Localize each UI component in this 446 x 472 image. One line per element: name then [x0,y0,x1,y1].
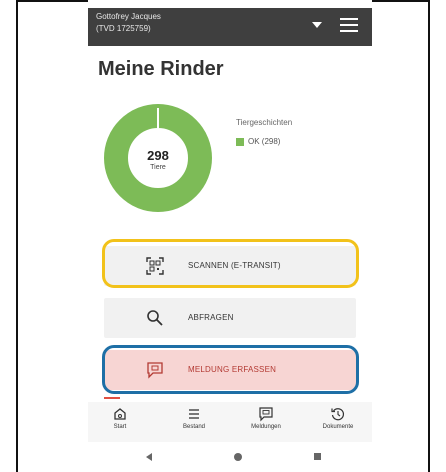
nav-dokumente[interactable]: Dokumente [310,406,366,438]
nav-bestand[interactable]: Bestand [166,406,222,438]
back-triangle-icon[interactable] [146,453,152,461]
report-icon [259,407,273,422]
user-id: (TVD 1725759) [96,24,151,33]
home-icon [114,408,126,420]
legend-label-ok: OK (298) [248,137,281,146]
recent-apps-icon[interactable] [314,453,321,460]
page-title: Meine Rinder [98,58,224,80]
animal-count-label: Tiere [150,164,166,171]
active-tab-indicator [104,397,120,399]
legend-swatch-ok [236,138,244,146]
bottom-nav: Start Bestand Meldungen Dokumente [88,402,372,442]
query-button[interactable]: ABFRAGEN [104,298,356,338]
animal-count: 298 [147,148,169,163]
hamburger-menu-icon[interactable] [340,18,358,34]
phone-screen: Gottofrey Jacques (TVD 1725759) Meine Ri… [88,0,372,472]
nav-bestand-label: Bestand [182,424,206,430]
home-circle-icon[interactable] [234,453,242,461]
nav-meldungen-label: Meldungen [251,424,281,430]
nav-start[interactable]: Start [92,406,148,438]
list-icon [189,409,199,419]
search-icon [147,310,163,326]
nav-start-label: Start [113,424,127,430]
app-header: Gottofrey Jacques (TVD 1725759) [88,8,372,46]
nav-meldungen[interactable]: Meldungen [238,406,294,438]
highlight-outline-blue [102,345,359,394]
history-icon [331,408,345,421]
nav-dokumente-label: Dokumente [322,424,354,430]
animal-donut-chart: 298 Tiere [104,104,212,212]
legend-title: Tiergeschichten [236,118,293,127]
chevron-down-icon[interactable] [312,22,322,28]
user-name: Gottofrey Jacques [96,12,161,21]
system-nav-bar [88,446,372,470]
query-button-label: ABFRAGEN [188,313,234,322]
highlight-outline-yellow [102,239,359,288]
